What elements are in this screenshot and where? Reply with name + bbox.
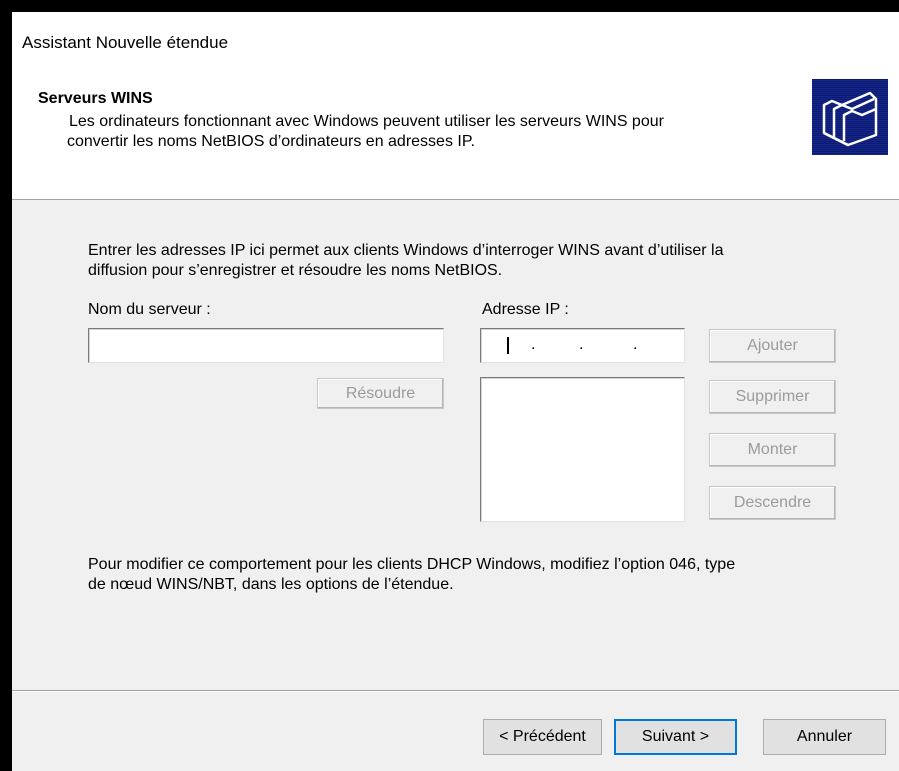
page-title: Serveurs WINS <box>38 90 153 107</box>
intro-text: Entrer les adresses IP ici permet aux cl… <box>88 241 868 281</box>
move-down-button[interactable]: Descendre <box>709 486 836 520</box>
ip-address-input[interactable]: . . . <box>480 328 685 363</box>
note-line-2: de nœud WINS/NBT, dans les options de l’… <box>88 576 454 593</box>
intro-line-2: diffusion pour s’enregistrer et résoudre… <box>88 262 503 279</box>
wizard-window: Assistant Nouvelle étendue Serveurs WINS… <box>12 12 899 771</box>
footer-separator <box>12 690 899 692</box>
wizard-header: Serveurs WINS Les ordinateurs fonctionna… <box>12 72 899 200</box>
ip-address-list[interactable] <box>480 377 685 522</box>
description-line-2: convertir les noms NetBIOS d’ordinateurs… <box>67 133 475 150</box>
note-text: Pour modifier ce comportement pour les c… <box>88 555 868 595</box>
server-name-label: Nom du serveur : <box>88 301 211 318</box>
title-bar: Assistant Nouvelle étendue <box>12 12 899 72</box>
folders-icon <box>812 79 888 155</box>
text-caret <box>507 337 509 354</box>
next-button[interactable]: Suivant > <box>614 719 737 755</box>
intro-line-1: Entrer les adresses IP ici permet aux cl… <box>88 242 724 259</box>
ip-dot: . <box>633 336 638 353</box>
page-description: Les ordinateurs fonctionnant avec Window… <box>67 112 789 152</box>
delete-button[interactable]: Supprimer <box>709 380 836 414</box>
back-button[interactable]: < Précédent <box>483 719 602 755</box>
ip-dot: . <box>579 336 584 353</box>
server-name-input[interactable] <box>88 328 444 363</box>
add-button[interactable]: Ajouter <box>709 329 836 363</box>
resolve-button[interactable]: Résoudre <box>317 378 444 409</box>
ip-dot: . <box>531 336 536 353</box>
note-line-1: Pour modifier ce comportement pour les c… <box>88 556 736 573</box>
window-title: Assistant Nouvelle étendue <box>22 33 229 52</box>
move-up-button[interactable]: Monter <box>709 433 836 467</box>
ip-address-label: Adresse IP : <box>482 301 569 318</box>
cancel-button[interactable]: Annuler <box>763 719 886 755</box>
description-line-1: Les ordinateurs fonctionnant avec Window… <box>69 113 664 130</box>
